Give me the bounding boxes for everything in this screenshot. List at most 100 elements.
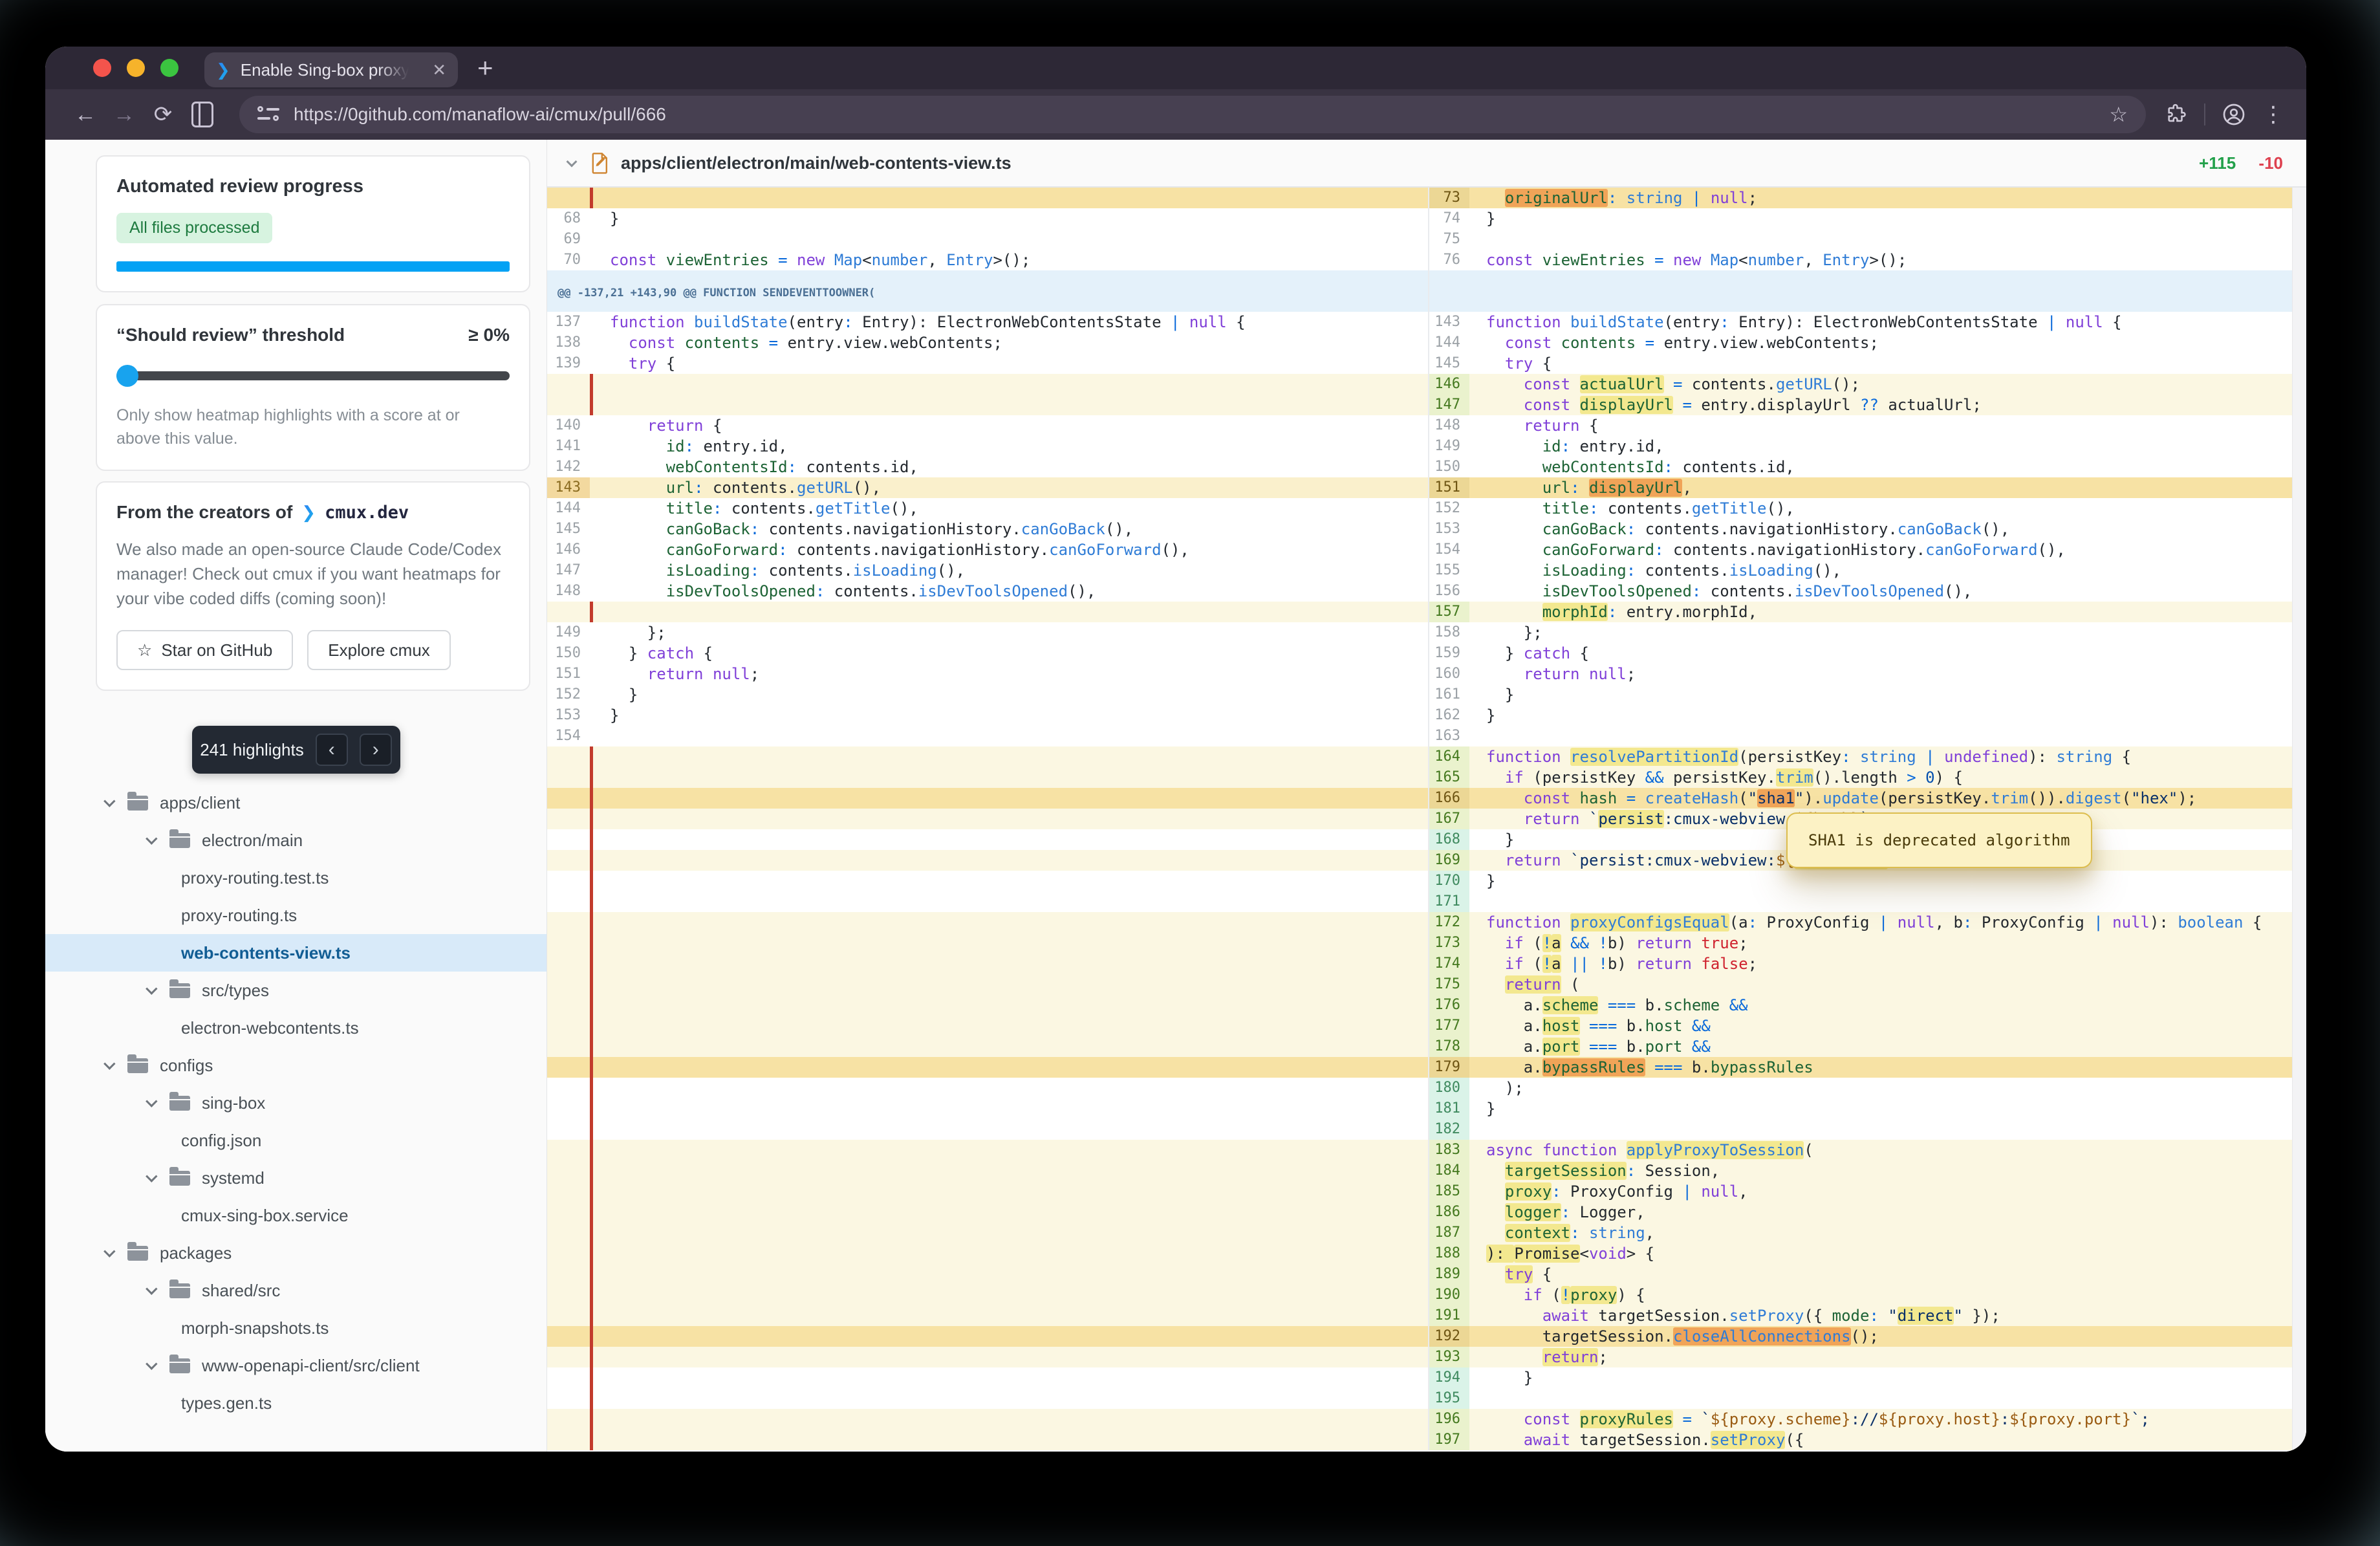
tree-item-types-gen-ts[interactable]: types.gen.ts bbox=[45, 1384, 546, 1422]
prev-highlight-button[interactable]: ‹ bbox=[316, 734, 348, 766]
new-line-number: 159 bbox=[1428, 643, 1469, 664]
old-code-cell bbox=[590, 974, 1428, 995]
old-line-number bbox=[547, 1430, 590, 1450]
old-code-cell: id: entry.id, bbox=[590, 436, 1428, 457]
new-line-number: 160 bbox=[1428, 664, 1469, 684]
diff-row: 152 }161 } bbox=[547, 684, 2306, 705]
new-line-number: 150 bbox=[1428, 457, 1469, 477]
profile-avatar-icon[interactable] bbox=[2222, 103, 2245, 126]
chevron-down-icon[interactable] bbox=[146, 833, 157, 844]
old-code-cell bbox=[590, 995, 1428, 1016]
chevron-down-icon[interactable] bbox=[103, 1058, 115, 1069]
forward-icon[interactable]: → bbox=[107, 102, 141, 127]
tree-item-configs[interactable]: configs bbox=[45, 1047, 546, 1084]
chevron-down-icon[interactable] bbox=[146, 1095, 157, 1107]
diff-row: 147 const displayUrl = entry.displayUrl … bbox=[547, 395, 2306, 415]
back-icon[interactable]: ← bbox=[69, 102, 102, 127]
cmux-brand-link[interactable]: cmux.dev bbox=[325, 503, 409, 523]
diff-row: 146 const actualUrl = contents.getURL(); bbox=[547, 374, 2306, 395]
tree-item-label: sing-box bbox=[202, 1093, 265, 1113]
slider-track[interactable] bbox=[116, 371, 510, 380]
old-line-number bbox=[547, 829, 590, 850]
tree-item-electron-main[interactable]: electron/main bbox=[45, 822, 546, 859]
tree-item-label: www-openapi-client/src/client bbox=[202, 1356, 420, 1376]
diff-file-header[interactable]: apps/client/electron/main/web-contents-v… bbox=[547, 140, 2306, 188]
explore-cmux-button[interactable]: Explore cmux bbox=[307, 630, 451, 670]
side-panel-icon[interactable] bbox=[191, 102, 213, 127]
tree-item-shared-src[interactable]: shared/src bbox=[45, 1272, 546, 1309]
tree-item-apps-client[interactable]: apps/client bbox=[45, 784, 546, 822]
new-code-cell: if (!a && !b) return true; bbox=[1469, 933, 2306, 953]
chevron-down-icon[interactable] bbox=[146, 1170, 157, 1182]
chevron-down-icon[interactable] bbox=[146, 1358, 157, 1369]
old-code-cell: } bbox=[590, 208, 1428, 229]
chevron-down-icon[interactable] bbox=[146, 983, 157, 994]
threshold-slider[interactable] bbox=[116, 365, 510, 387]
new-line-number: 197 bbox=[1428, 1430, 1469, 1450]
tab-close-icon[interactable]: ✕ bbox=[432, 60, 446, 80]
chevron-down-icon[interactable] bbox=[146, 1283, 157, 1294]
old-code-cell bbox=[590, 1243, 1428, 1264]
old-line-number: 141 bbox=[547, 436, 590, 457]
old-code-cell bbox=[590, 395, 1428, 415]
old-code-cell: return null; bbox=[590, 664, 1428, 684]
browser-tab[interactable]: ❯ Enable Sing-box proxy f ✕ bbox=[204, 52, 458, 87]
tree-item-src-types[interactable]: src/types bbox=[45, 972, 546, 1009]
tree-item-config-json[interactable]: config.json bbox=[45, 1122, 546, 1159]
bookmark-star-icon[interactable]: ☆ bbox=[2109, 102, 2128, 127]
next-highlight-button[interactable]: › bbox=[360, 734, 392, 766]
new-code-cell: const contents = entry.view.webContents; bbox=[1469, 332, 2306, 353]
new-line-number: 172 bbox=[1428, 912, 1469, 933]
tree-item-systemd[interactable]: systemd bbox=[45, 1159, 546, 1197]
old-line-number bbox=[547, 1160, 590, 1181]
diff-row: 189 try { bbox=[547, 1264, 2306, 1285]
folder-icon bbox=[127, 1246, 148, 1261]
window-controls bbox=[93, 59, 178, 77]
new-line-number: 154 bbox=[1428, 539, 1469, 560]
chevron-down-icon[interactable] bbox=[103, 1245, 115, 1257]
tree-item-label: src/types bbox=[202, 981, 269, 1001]
zoom-window-button[interactable] bbox=[160, 59, 178, 77]
new-line-number: 185 bbox=[1428, 1181, 1469, 1202]
minimize-window-button[interactable] bbox=[127, 59, 145, 77]
url-text: https://0github.com/manaflow-ai/cmux/pul… bbox=[294, 104, 666, 125]
reload-icon[interactable]: ⟳ bbox=[146, 102, 180, 127]
promo-body: We also made an open-source Claude Code/… bbox=[116, 537, 510, 611]
new-tab-button[interactable]: + bbox=[477, 54, 493, 82]
highlights-pill: 241 highlights ‹ › bbox=[192, 726, 400, 774]
old-code-cell bbox=[590, 1181, 1428, 1202]
deprecation-tooltip: SHA1 is deprecated algorithm bbox=[1786, 812, 2092, 868]
extensions-puzzle-icon[interactable] bbox=[2165, 103, 2187, 125]
tree-item-packages[interactable]: packages bbox=[45, 1234, 546, 1272]
star-button-label: Star on GitHub bbox=[161, 640, 272, 660]
deletions-count: -10 bbox=[2258, 153, 2283, 173]
old-code-cell bbox=[590, 1285, 1428, 1305]
tree-item-morph-snapshots-ts[interactable]: morph-snapshots.ts bbox=[45, 1309, 546, 1347]
site-settings-icon[interactable] bbox=[257, 106, 279, 123]
tree-item-www-openapi-client-src-client[interactable]: www-openapi-client/src/client bbox=[45, 1347, 546, 1384]
new-line-number: 193 bbox=[1428, 1347, 1469, 1367]
star-on-github-button[interactable]: ☆ Star on GitHub bbox=[116, 630, 293, 670]
tree-item-cmux-sing-box-service[interactable]: cmux-sing-box.service bbox=[45, 1197, 546, 1234]
close-window-button[interactable] bbox=[93, 59, 111, 77]
tree-item-proxy-routing-test-ts[interactable]: proxy-routing.test.ts bbox=[45, 859, 546, 897]
menu-kebab-icon[interactable]: ⋮ bbox=[2262, 102, 2284, 127]
collapse-chevron-icon[interactable] bbox=[567, 157, 578, 168]
tree-item-electron-webcontents-ts[interactable]: electron-webcontents.ts bbox=[45, 1009, 546, 1047]
old-code-cell: try { bbox=[590, 353, 1428, 374]
new-code-cell: originalUrl: string | null; bbox=[1469, 188, 2306, 208]
tree-item-web-contents-view-ts[interactable]: web-contents-view.ts bbox=[45, 934, 546, 972]
address-bar[interactable]: https://0github.com/manaflow-ai/cmux/pul… bbox=[239, 96, 2146, 133]
slider-thumb[interactable] bbox=[116, 365, 138, 387]
tree-item-sing-box[interactable]: sing-box bbox=[45, 1084, 546, 1122]
folder-icon bbox=[169, 833, 190, 848]
old-code-cell bbox=[590, 1098, 1428, 1119]
diff-row: 73 originalUrl: string | null; bbox=[547, 188, 2306, 208]
old-line-number bbox=[547, 809, 590, 829]
old-code-cell bbox=[590, 1160, 1428, 1181]
tree-item-proxy-routing-ts[interactable]: proxy-routing.ts bbox=[45, 897, 546, 934]
new-line-number: 163 bbox=[1428, 726, 1469, 746]
chevron-down-icon[interactable] bbox=[103, 795, 115, 807]
new-code-cell: proxy: ProxyConfig | null, bbox=[1469, 1181, 2306, 1202]
diff-scrollbar[interactable] bbox=[2292, 188, 2306, 1452]
